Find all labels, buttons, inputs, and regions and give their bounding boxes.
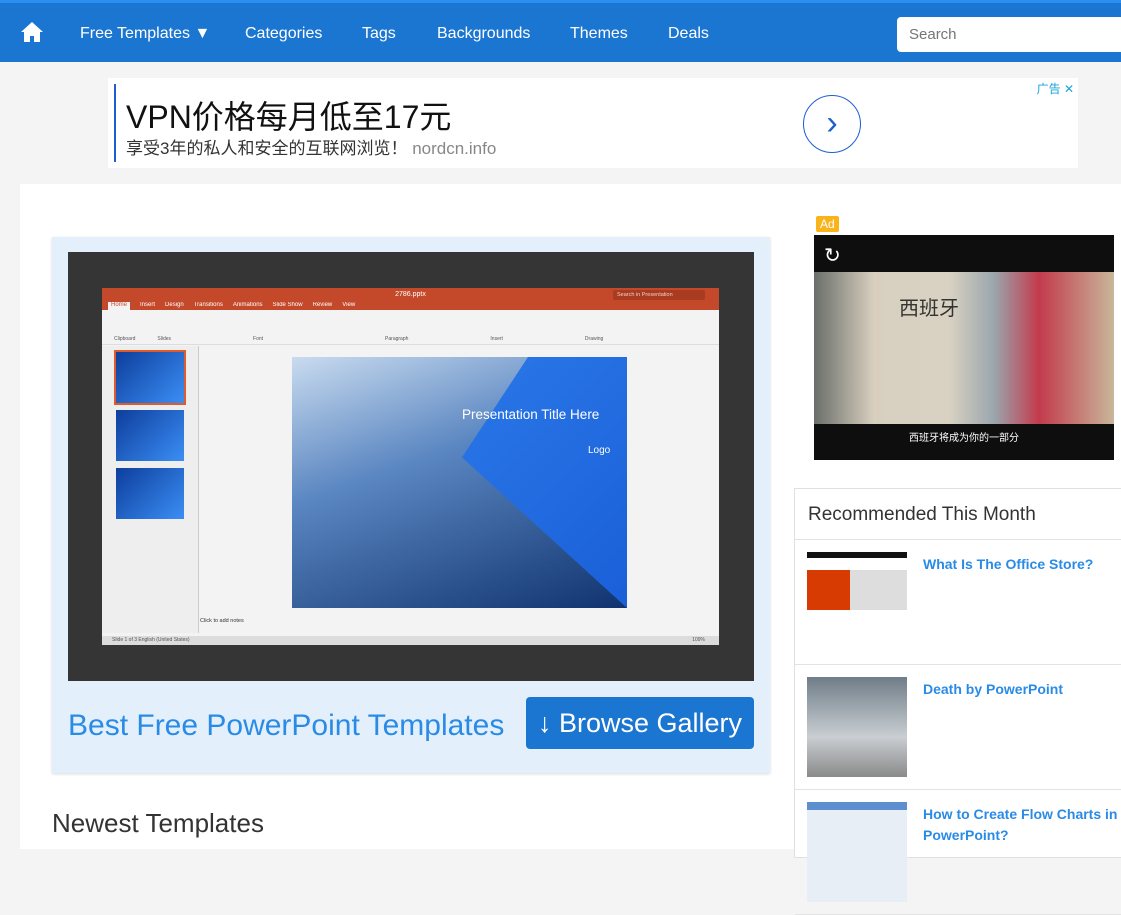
- ad-badge: Ad: [816, 216, 839, 232]
- thumbnail[interactable]: [807, 677, 907, 777]
- nav-tags[interactable]: Tags: [362, 25, 396, 43]
- close-icon: ✕: [1063, 82, 1074, 96]
- video-frame: 西班牙: [814, 272, 1114, 424]
- replay-icon[interactable]: ↻: [824, 243, 841, 268]
- browse-gallery-button[interactable]: ↓ Browse Gallery: [526, 697, 754, 749]
- hero-card: 2786.pptx Search in Presentation Home Ins…: [52, 237, 770, 773]
- notes-placeholder: Click to add notes: [200, 618, 244, 624]
- ppt-tabs: Home Insert Design Transitions Animations Sli…: [102, 302, 719, 310]
- arrow-down-icon: ↓: [537, 707, 552, 738]
- ad-subtitle: 享受3年的私人和安全的互联网浏览！ nordcn.info: [126, 139, 497, 158]
- recommended-panel: Recommended This Month What Is The Offic…: [794, 488, 1121, 915]
- nav-themes[interactable]: Themes: [570, 25, 628, 43]
- list-item: What Is The Office Store?: [795, 540, 1121, 665]
- hero-title: Best Free PowerPoint Templates: [68, 709, 505, 742]
- nav-categories[interactable]: Categories: [245, 25, 322, 43]
- newest-templates-heading: Newest Templates: [52, 808, 264, 838]
- article-link[interactable]: How to Create Flow Charts in PowerPoint?: [923, 804, 1121, 846]
- ppt-search-box: Search in Presentation: [613, 290, 705, 300]
- home-icon[interactable]: [20, 21, 44, 43]
- powerpoint-screenshot: 2786.pptx Search in Presentation Home Ins…: [68, 252, 754, 681]
- ppt-filename: 2786.pptx: [395, 291, 426, 298]
- list-item: Death by PowerPoint: [795, 665, 1121, 790]
- top-navbar: Free Templates ▼ Categories Tags Backgro…: [0, 0, 1121, 62]
- thumbnail[interactable]: [807, 552, 907, 652]
- ad-title: VPN价格每月低至17元: [126, 99, 452, 135]
- nav-deals[interactable]: Deals: [668, 25, 709, 43]
- slide-thumbnails: [102, 346, 199, 633]
- article-link[interactable]: What Is The Office Store?: [923, 554, 1121, 575]
- ppt-statusbar: Slide 1 of 3 English (United States) 109%: [102, 636, 719, 645]
- ad-accent-bar: [114, 84, 116, 162]
- article-link[interactable]: Death by PowerPoint: [923, 679, 1121, 700]
- ad-label[interactable]: 广告 ✕: [1037, 80, 1074, 97]
- thumbnail[interactable]: [807, 802, 907, 902]
- recommended-title: Recommended This Month: [795, 489, 1121, 540]
- top-ad-banner[interactable]: VPN价格每月低至17元 享受3年的私人和安全的互联网浏览！ nordcn.in…: [108, 78, 1078, 168]
- caret-down-icon: ▼: [194, 25, 211, 42]
- list-item: How to Create Flow Charts in PowerPoint?: [795, 790, 1121, 915]
- ppt-ribbon: Clipboard Slides Font Paragraph Insert Drawin…: [102, 310, 719, 345]
- slide-preview: Presentation Title Here Logo: [292, 357, 627, 608]
- ppt-titlebar: 2786.pptx Search in Presentation: [102, 288, 719, 302]
- chevron-right-icon[interactable]: ›: [803, 95, 861, 153]
- video-ad[interactable]: ↻ 西班牙 西班牙将成为你的一部分: [814, 235, 1114, 460]
- search-input[interactable]: [897, 17, 1121, 52]
- nav-backgrounds[interactable]: Backgrounds: [437, 25, 530, 43]
- nav-free-templates[interactable]: Free Templates ▼: [80, 25, 210, 43]
- video-caption: 西班牙将成为你的一部分: [909, 433, 1019, 444]
